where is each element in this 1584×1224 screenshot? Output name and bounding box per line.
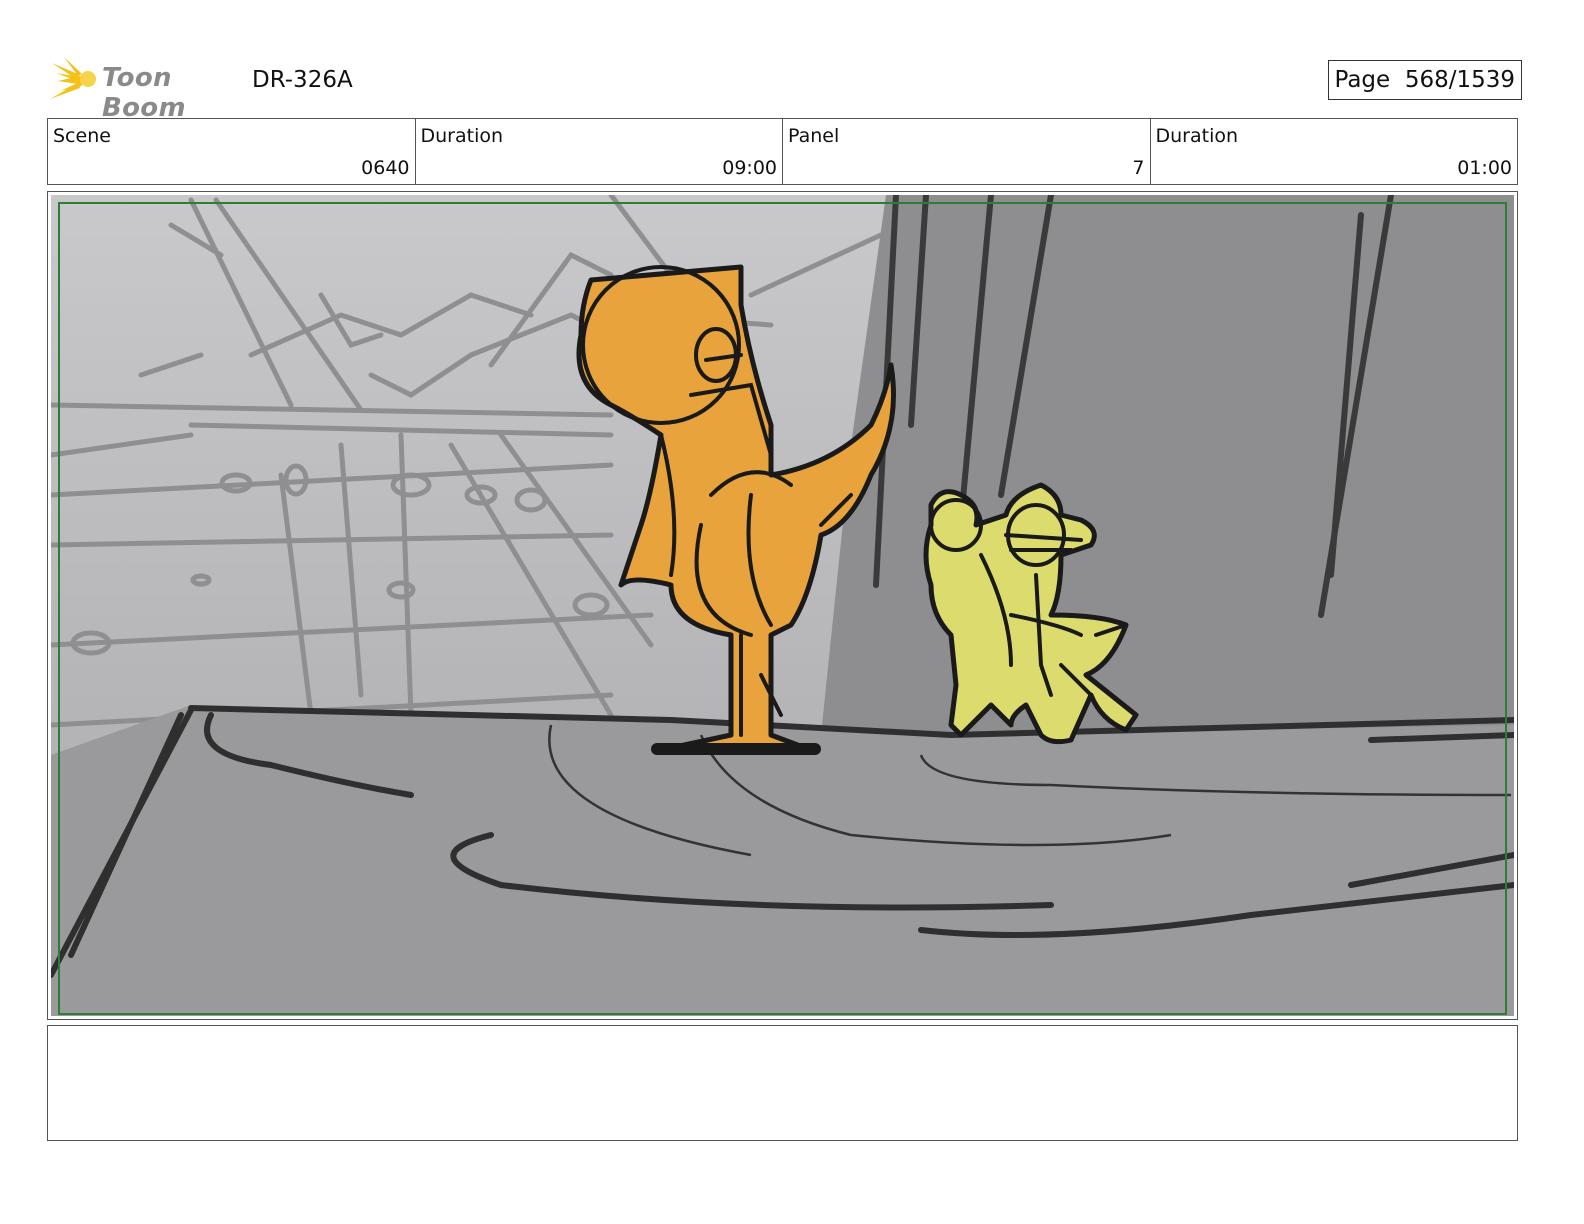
wall bbox=[821, 195, 1514, 735]
panel-cell: Panel 7 bbox=[783, 119, 1151, 184]
scene-duration-value: 09:00 bbox=[722, 157, 777, 179]
scene-cell: Scene 0640 bbox=[48, 119, 416, 184]
scene-label: Scene bbox=[53, 125, 111, 147]
scene-duration-label: Duration bbox=[420, 125, 504, 147]
panel-notes-box bbox=[47, 1025, 1518, 1141]
panel-drawing bbox=[51, 195, 1514, 1016]
scene-value: 0640 bbox=[361, 157, 410, 179]
toon-boom-logo: Toon Boom bbox=[50, 55, 240, 123]
document-id: DR-326A bbox=[252, 67, 353, 93]
panel-duration-label: Duration bbox=[1155, 125, 1239, 147]
scene-duration-cell: Duration 09:00 bbox=[416, 119, 783, 184]
storyboard-panel bbox=[47, 191, 1518, 1020]
logo-burst-icon bbox=[50, 57, 96, 99]
panel-duration-cell: Duration 01:00 bbox=[1151, 119, 1518, 184]
page-number: 568/1539 bbox=[1404, 67, 1515, 93]
scene-info-table: Scene 0640 Duration 09:00 Panel 7 Durati… bbox=[47, 118, 1518, 185]
logo-text: Toon Boom bbox=[102, 63, 186, 123]
page-indicator: Page 568/1539 bbox=[1327, 60, 1522, 100]
panel-label: Panel bbox=[788, 125, 840, 147]
page-label: Page bbox=[1334, 67, 1391, 93]
header: Toon Boom DR-326A Page 568/1539 bbox=[50, 55, 1530, 123]
panel-duration-value: 01:00 bbox=[1457, 157, 1512, 179]
panel-value: 7 bbox=[1132, 157, 1145, 179]
